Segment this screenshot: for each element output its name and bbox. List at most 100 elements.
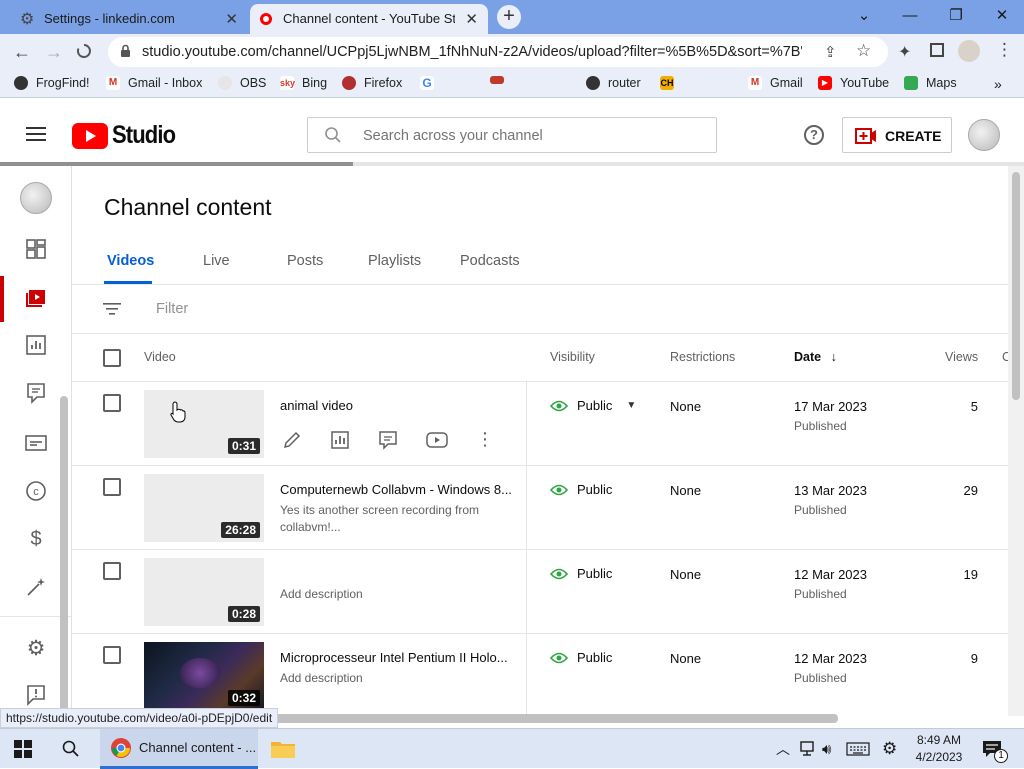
video-thumbnail[interactable]: 0:31 <box>144 390 264 458</box>
bookmark-maps[interactable]: Maps <box>904 76 957 90</box>
bookmark-youtube[interactable]: ▶ YouTube <box>818 76 889 90</box>
sidebar-item-analytics[interactable] <box>22 334 50 362</box>
bookmark-frogfind[interactable]: FrogFind! <box>14 76 90 90</box>
back-button[interactable]: ← <box>10 40 34 64</box>
close-tab-icon[interactable]: ✕ <box>225 10 238 28</box>
video-title[interactable]: animal video <box>280 398 512 413</box>
sidebar-item-earn[interactable]: $ <box>22 528 50 556</box>
maximize-button[interactable]: ❐ <box>934 4 978 28</box>
new-tab-button[interactable]: + <box>497 5 521 29</box>
visibility-cell[interactable]: Public <box>550 482 612 497</box>
visibility-cell[interactable]: Public <box>550 650 612 665</box>
video-thumbnail[interactable]: 0:28 <box>144 558 264 626</box>
help-button[interactable]: ? <box>804 125 824 145</box>
start-button[interactable] <box>14 729 32 769</box>
sidebar-item-copyright[interactable]: c <box>22 480 50 508</box>
sidebar-item-content[interactable] <box>22 286 50 314</box>
video-thumbnail[interactable]: 26:28 <box>144 474 264 542</box>
visibility-cell[interactable]: Public ▼ <box>550 398 636 413</box>
bookmark-router[interactable]: router <box>586 76 641 90</box>
sidebar-item-dashboard[interactable] <box>22 238 50 266</box>
more-bookmarks-button[interactable]: » <box>994 76 1002 92</box>
table-horizontal-scrollbar[interactable] <box>272 714 838 723</box>
sidebar-item-customization[interactable] <box>22 576 50 604</box>
sidebar-item-settings[interactable]: ⚙ <box>22 636 50 664</box>
close-window-button[interactable]: ✕ <box>980 4 1024 28</box>
search-input[interactable] <box>363 126 703 146</box>
account-avatar[interactable] <box>968 119 1000 151</box>
address-bar[interactable]: studio.youtube.com/channel/UCPpj5LjwNBM_… <box>108 37 888 67</box>
table-row[interactable]: 0:28 Add description Public None 12 Mar … <box>72 550 1008 634</box>
tray-keyboard[interactable] <box>846 729 870 769</box>
tab-podcasts[interactable]: Podcasts <box>460 253 520 269</box>
bookmark-google[interactable]: G <box>420 76 442 90</box>
sidebar-item-subtitles[interactable] <box>22 432 50 460</box>
taskbar-file-explorer[interactable] <box>270 729 296 769</box>
minimize-button[interactable]: — <box>888 4 932 28</box>
stop-loading-button[interactable] <box>76 43 92 59</box>
tray-volume[interactable]: 🔊︎ <box>822 729 831 769</box>
bookmark-rectangle[interactable] <box>490 76 512 84</box>
forward-button[interactable]: → <box>42 40 66 64</box>
select-all-checkbox[interactable] <box>103 349 121 367</box>
studio-logo[interactable]: Studio <box>72 121 184 150</box>
filter-bar[interactable]: Filter <box>72 285 1008 333</box>
bookmark-gmail-inbox[interactable]: M Gmail - Inbox <box>106 76 202 90</box>
profile-avatar[interactable] <box>958 40 980 62</box>
menu-button[interactable] <box>26 126 46 142</box>
channel-search[interactable] <box>307 117 717 153</box>
sidebar-item-comments[interactable] <box>22 382 50 410</box>
share-icon[interactable]: ⇪ <box>824 43 837 61</box>
video-title[interactable]: Computernewb Collabvm - Windows 8... <box>280 482 512 497</box>
row-checkbox[interactable] <box>103 478 121 496</box>
taskbar-chrome-window[interactable]: Channel content - ... <box>100 729 258 769</box>
bookmark-gmail[interactable]: M Gmail <box>748 76 803 90</box>
page-scrollbar[interactable] <box>1008 166 1024 716</box>
edit-pencil-icon[interactable] <box>282 430 302 450</box>
row-checkbox[interactable] <box>103 394 121 412</box>
close-tab-icon[interactable]: ✕ <box>465 10 478 28</box>
create-button[interactable]: CREATE <box>842 117 952 153</box>
tray-network[interactable] <box>798 729 816 769</box>
table-row[interactable]: 26:28 Computernewb Collabvm - Windows 8.… <box>72 466 1008 550</box>
analytics-icon[interactable] <box>330 430 350 450</box>
page-scrollbar-thumb[interactable] <box>1012 172 1020 400</box>
tab-channel-content[interactable]: Channel content - YouTube Studi ✕ <box>250 4 488 34</box>
star-icon[interactable]: ☆ <box>856 41 871 61</box>
dropdown-caret-icon[interactable]: ▼ <box>626 400 636 411</box>
row-checkbox[interactable] <box>103 562 121 580</box>
side-panel-icon[interactable] <box>930 43 944 57</box>
action-center-button[interactable]: 1 <box>982 729 1008 769</box>
bookmark-firefox[interactable]: Firefox <box>342 76 402 90</box>
row-checkbox[interactable] <box>103 646 121 664</box>
table-row[interactable]: 0:32 Microprocesseur Intel Pentium II Ho… <box>72 634 1008 716</box>
extensions-icon[interactable]: ✦ <box>898 42 911 62</box>
bookmark-ch[interactable]: CH <box>660 76 682 90</box>
video-thumbnail[interactable]: 0:32 <box>144 642 264 710</box>
tray-settings[interactable]: ⚙ <box>882 729 897 769</box>
column-header-restrictions[interactable]: Restrictions <box>670 350 735 364</box>
more-menu-icon[interactable]: ⋮ <box>996 40 1013 60</box>
table-row[interactable]: 0:31 animal video ⋮ Public ▼ None 17 Mar… <box>72 382 1008 466</box>
column-header-visibility[interactable]: Visibility <box>550 350 595 364</box>
sidebar-scrollbar[interactable] <box>60 396 68 736</box>
tab-live[interactable]: Live <box>203 253 230 269</box>
tab-settings[interactable]: ⚙ Settings - linkedin.com ✕ <box>8 4 248 34</box>
tab-videos[interactable]: Videos <box>107 253 154 269</box>
column-header-date[interactable]: Date ↓ <box>794 350 837 364</box>
taskbar-search-button[interactable] <box>62 729 80 769</box>
visibility-cell[interactable]: Public <box>550 566 612 581</box>
more-options-icon[interactable]: ⋮ <box>476 429 494 450</box>
tab-playlists[interactable]: Playlists <box>368 253 421 269</box>
video-title[interactable]: Microprocesseur Intel Pentium II Holo... <box>280 650 512 665</box>
show-hidden-icons-button[interactable]: ︿ <box>776 729 790 769</box>
comments-icon[interactable] <box>378 430 398 450</box>
taskbar-clock[interactable]: 8:49 AM 4/2/2023 <box>908 729 970 769</box>
bookmark-bing[interactable]: sky Bing <box>280 76 327 90</box>
bookmark-obs[interactable]: OBS <box>218 76 266 90</box>
channel-avatar[interactable] <box>20 182 52 214</box>
tab-search-button[interactable]: ⌄ <box>842 4 886 28</box>
tab-posts[interactable]: Posts <box>287 253 323 269</box>
column-header-views[interactable]: Views <box>945 350 978 364</box>
youtube-play-icon[interactable] <box>426 430 448 450</box>
